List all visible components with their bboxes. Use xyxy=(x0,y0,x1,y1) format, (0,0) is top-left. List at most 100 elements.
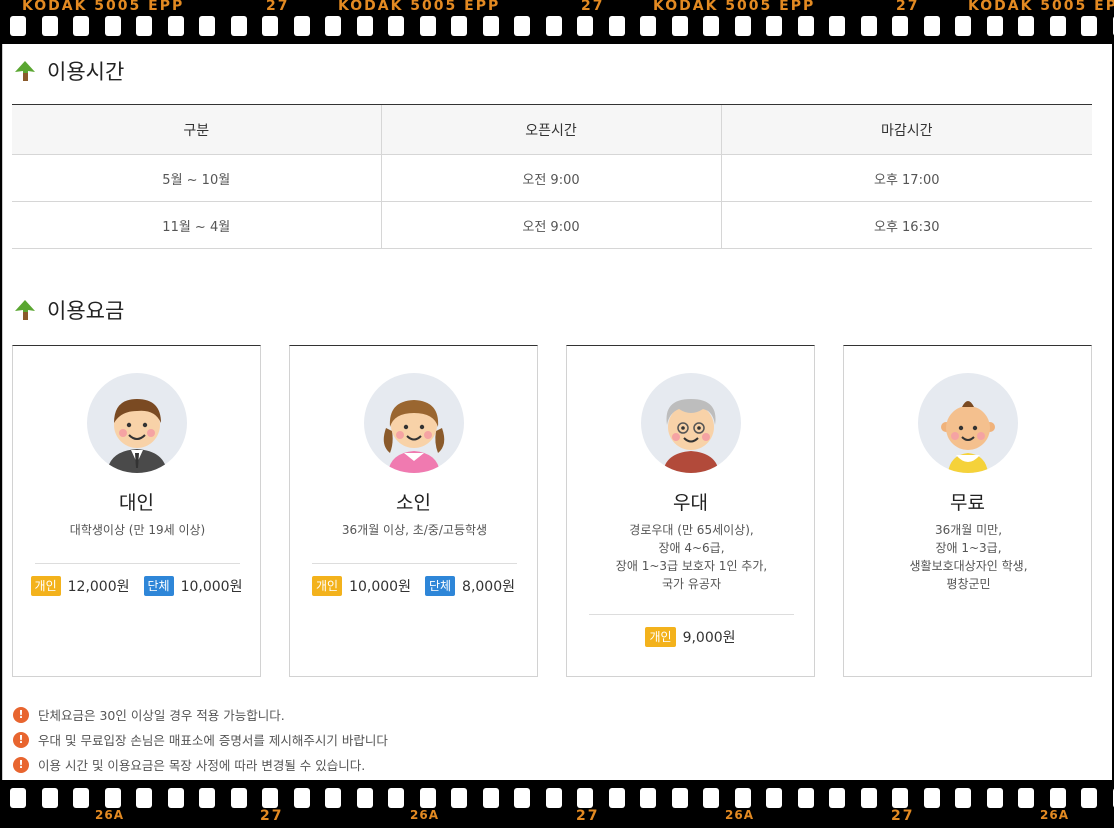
note-text: 우대 및 무료입장 손님은 매표소에 증명서를 제시해주시기 바랍니다 xyxy=(38,733,388,748)
list-item: ! 우대 및 무료입장 손님은 매표소에 증명서를 제시해주시기 바랍니다 xyxy=(13,727,388,752)
film-label: 26A xyxy=(1040,808,1069,822)
child-avatar-icon xyxy=(364,373,464,473)
card-prices: 개인 10,000원 단체 8,000원 xyxy=(290,576,537,596)
hours-title: 이용시간 xyxy=(47,60,125,84)
film-sprocket-hole xyxy=(766,16,782,36)
film-strip-bottom: 26A 27 26A 27 26A 27 26A xyxy=(0,780,1114,828)
film-sprocket-hole xyxy=(797,788,814,808)
film-sprocket-hole xyxy=(10,16,26,36)
film-sprocket-hole xyxy=(199,788,215,808)
table-header-row: 구분 오픈시간 마감시간 xyxy=(12,104,1092,155)
film-sprocket-hole xyxy=(199,16,215,36)
film-sprocket-hole xyxy=(41,16,58,36)
film-strip-top: KODAK 5005 EPP 27 KODAK 5005 EPP 27 KODA… xyxy=(0,0,1114,44)
list-item: ! 이용 시간 및 이용요금은 목장 사정에 따라 변경될 수 있습니다. xyxy=(13,752,388,777)
film-sprocket-hole xyxy=(1049,788,1066,808)
film-sprocket-hole xyxy=(734,16,751,36)
warning-icon: ! xyxy=(13,731,29,748)
price-value: 12,000원 xyxy=(67,579,130,595)
film-sprocket-hole xyxy=(986,16,1003,36)
note-text: 이용 시간 및 이용요금은 목장 사정에 따라 변경될 수 있습니다. xyxy=(38,758,366,773)
warning-icon: ! xyxy=(13,706,29,723)
film-sprocket-hole xyxy=(1081,788,1097,808)
film-sprocket-hole xyxy=(262,16,278,36)
film-label: KODAK 5005 EPP xyxy=(338,0,501,14)
film-sprocket-hole xyxy=(388,16,404,36)
fees-section-title: 이용요금 xyxy=(13,295,124,325)
film-sprocket-hole xyxy=(419,788,436,808)
badge-individual: 개인 xyxy=(645,627,676,647)
card-divider xyxy=(589,614,794,615)
cell-period: 11월 ~ 4월 xyxy=(12,201,381,249)
film-sprocket-hole xyxy=(325,16,341,36)
badge-group: 단체 xyxy=(424,576,456,596)
film-sprocket-hole xyxy=(923,16,940,36)
content-area: 이용시간 구분 오픈시간 마감시간 5월 ~ 10월 오전 9:00 오후 17… xyxy=(2,44,1112,780)
notes-list: ! 단체요금은 30인 이상일 경우 적용 가능합니다. ! 우대 및 무료입장… xyxy=(13,702,388,777)
film-sprocket-hole xyxy=(1018,788,1034,808)
film-sprocket-hole xyxy=(1018,16,1034,36)
price-individual: 개인 9,000원 xyxy=(645,627,736,647)
card-desc: 대학생이상 (만 19세 이상) xyxy=(69,523,206,537)
film-label: 26A xyxy=(725,808,754,822)
card-prices: 개인 12,000원 단체 10,000원 xyxy=(13,576,260,596)
green-arrow-up-icon xyxy=(15,300,35,320)
adult-avatar-icon xyxy=(87,373,187,473)
film-sprocket-hole xyxy=(892,788,908,808)
table-row: 5월 ~ 10월 오전 9:00 오후 17:00 xyxy=(12,154,1092,202)
film-sprocket-hole xyxy=(293,788,310,808)
film-sprocket-hole xyxy=(829,788,845,808)
film-sprocket-hole xyxy=(136,788,152,808)
film-sprocket-hole xyxy=(356,788,373,808)
film-sprocket-hole xyxy=(482,788,499,808)
cell-open: 오전 9:00 xyxy=(380,201,721,249)
fees-title: 이용요금 xyxy=(47,299,125,323)
film-label: 27 xyxy=(891,808,915,824)
price-group: 단체 8,000원 xyxy=(424,576,516,596)
film-sprocket-hole xyxy=(860,16,877,36)
card-desc: 경로우대 (만 65세이상), 장애 4~6급, 장애 1~3급 보호자 1인 … xyxy=(615,523,768,591)
price-value: 10,000원 xyxy=(180,579,243,595)
film-sprocket-hole xyxy=(734,788,751,808)
price-individual: 개인 12,000원 xyxy=(30,576,130,596)
cell-period: 5월 ~ 10월 xyxy=(12,154,381,202)
film-sprocket-hole xyxy=(167,788,184,808)
film-label: 27 xyxy=(576,808,600,824)
film-sprocket-hole xyxy=(136,16,152,36)
price-value: 10,000원 xyxy=(349,579,411,595)
card-divider xyxy=(35,563,240,564)
badge-individual: 개인 xyxy=(311,576,343,596)
fee-card-free: 무료 36개월 미만, 장애 1~3급, 생활보호대상자인 학생, 평창군민 xyxy=(843,345,1092,677)
badge-group: 단체 xyxy=(143,576,174,596)
film-sprocket-hole xyxy=(356,16,373,36)
film-label: 27 xyxy=(896,0,920,14)
film-label: 27 xyxy=(266,0,290,14)
hours-table: 구분 오픈시간 마감시간 5월 ~ 10월 오전 9:00 오후 17:00 1… xyxy=(12,104,1092,249)
film-sprocket-hole xyxy=(262,788,278,808)
film-sprocket-hole xyxy=(230,16,247,36)
fee-card-adult: 대인 대학생이상 (만 19세 이상) 개인 12,000원 단체 10,000… xyxy=(12,345,261,677)
price-individual: 개인 10,000원 xyxy=(311,576,411,596)
film-sprocket-hole xyxy=(104,788,121,808)
baby-avatar-icon xyxy=(918,373,1018,473)
film-sprocket-hole xyxy=(10,788,26,808)
card-name: 무료 xyxy=(950,492,985,514)
fee-card-discount: 우대 경로우대 (만 65세이상), 장애 4~6급, 장애 1~3급 보호자 … xyxy=(566,345,815,677)
film-sprocket-hole xyxy=(703,16,719,36)
film-label: 26A xyxy=(410,808,439,822)
card-name: 우대 xyxy=(673,492,708,514)
fee-cards: 대인 대학생이상 (만 19세 이상) 개인 12,000원 단체 10,000… xyxy=(12,345,1092,677)
film-sprocket-hole xyxy=(860,788,877,808)
price-value: 8,000원 xyxy=(462,579,516,595)
cell-close: 오후 17:00 xyxy=(720,154,1092,202)
film-label: KODAK 5005 EPP xyxy=(22,0,185,14)
film-sprocket-hole xyxy=(325,788,341,808)
film-sprocket-hole xyxy=(892,16,908,36)
film-sprocket-hole xyxy=(671,788,688,808)
film-sprocket-hole xyxy=(797,16,814,36)
film-sprocket-hole xyxy=(451,788,467,808)
film-sprocket-hole xyxy=(1081,16,1097,36)
green-arrow-up-icon xyxy=(15,61,35,81)
film-sprocket-hole xyxy=(388,788,404,808)
film-sprocket-hole xyxy=(986,788,1003,808)
